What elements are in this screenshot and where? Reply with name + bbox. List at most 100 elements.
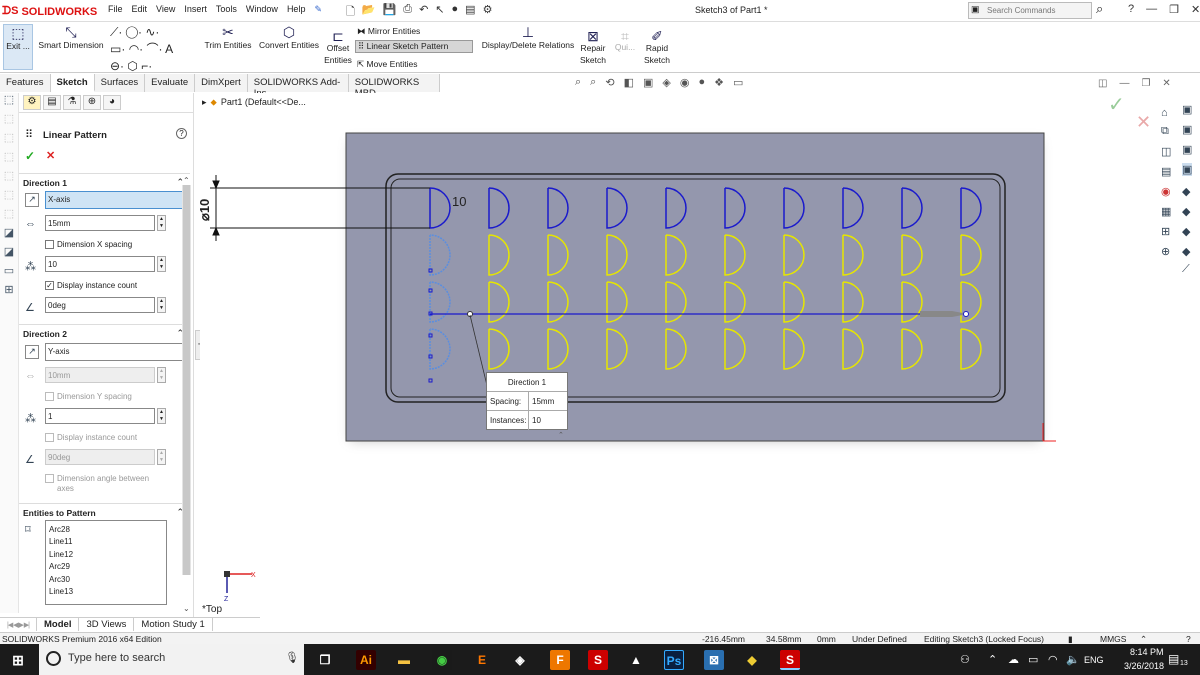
viewport-minimize-icon[interactable]: ◫: [1098, 78, 1107, 89]
direction-endpoint[interactable]: [963, 311, 969, 317]
rebuild-icon[interactable]: ●: [452, 3, 459, 22]
display-manager-tab-icon[interactable]: ◕: [103, 95, 121, 110]
undo-icon[interactable]: ↶: [419, 3, 428, 22]
wifi-icon[interactable]: ◠: [1048, 653, 1058, 666]
illustrator-icon[interactable]: Ai: [356, 650, 376, 670]
display-delete-relations-button[interactable]: ⊥ Display/Delete Relations: [480, 24, 576, 50]
display-instance-count-checkbox-2[interactable]: Display instance count: [45, 433, 137, 442]
slot-icon[interactable]: ⊖·: [110, 59, 124, 73]
app-f-icon[interactable]: F: [550, 650, 570, 670]
zoom-to-fit-icon[interactable]: ⌕: [575, 76, 581, 89]
input-language[interactable]: ENG: [1084, 655, 1104, 665]
people-icon[interactable]: ⚇: [960, 653, 970, 666]
dimxpert-manager-tab-icon[interactable]: ⊕: [83, 95, 101, 110]
menu-file[interactable]: File: [108, 4, 123, 15]
direction-2-instances-field[interactable]: 1: [45, 408, 155, 424]
offset-entities-button[interactable]: ⊏ Offset Entities: [323, 29, 353, 66]
tab-addins[interactable]: SOLIDWORKS Add-Ins: [247, 74, 349, 99]
save-icon[interactable]: 💾: [383, 3, 397, 22]
tab-navigation-arrows[interactable]: |◀ ◀ ▶ ▶|: [0, 618, 38, 631]
arc-icon[interactable]: ◠·: [129, 42, 143, 56]
windows-start-icon[interactable]: ⊞: [8, 650, 28, 670]
menu-edit[interactable]: Edit: [132, 4, 148, 15]
direction-2-spacing-field[interactable]: 10mm: [45, 367, 155, 383]
sketch-tool-icon[interactable]: ⬚: [0, 169, 18, 188]
tab-features[interactable]: Features: [0, 74, 51, 92]
tray-overflow-icon[interactable]: ⌃: [988, 653, 997, 666]
direction-1-spacing-field[interactable]: 15mm: [45, 215, 155, 231]
solidworks-taskbar-icon[interactable]: S: [588, 650, 608, 670]
microphone-icon[interactable]: 🎙: [285, 651, 299, 664]
instances-spinner[interactable]: ▲ ▼: [157, 408, 166, 424]
reverse-direction-icon[interactable]: ↗: [25, 345, 39, 359]
pin-icon[interactable]: ⟋: [1182, 263, 1190, 276]
viewport-maximize-icon[interactable]: ❐: [1141, 78, 1150, 89]
direction-1-axis-field[interactable]: X-axis: [45, 191, 184, 209]
menu-view[interactable]: View: [156, 4, 175, 15]
entities-list[interactable]: Arc28 Line11 Line12 Arc29 Arc30 Line13: [45, 520, 167, 605]
options-gear-icon[interactable]: ⚙: [483, 3, 493, 22]
tab-sketch[interactable]: Sketch: [50, 74, 95, 92]
app-photos-icon[interactable]: ◈: [510, 650, 530, 670]
sketch-tool-icon[interactable]: ⬚: [0, 188, 18, 207]
file-explorer-icon[interactable]: ▬: [394, 650, 414, 670]
rapid-sketch-button[interactable]: ✐ Rapid Sketch: [642, 29, 672, 66]
forum-icon[interactable]: ⊕: [1161, 245, 1170, 258]
appearances-icon[interactable]: ◉: [1161, 185, 1171, 198]
tab-mbd[interactable]: SOLIDWORKS MBD: [348, 74, 440, 99]
scrollbar-thumb[interactable]: [183, 185, 190, 575]
notifications-icon[interactable]: ▤: [1168, 652, 1179, 666]
quick-snaps-button[interactable]: ⌗ Qui...: [612, 29, 638, 52]
unit-system[interactable]: MMGS: [1100, 634, 1126, 644]
clock-date[interactable]: 3/26/2018: [1124, 661, 1164, 671]
task-view-icon[interactable]: ❐: [315, 650, 335, 670]
display-style-icon[interactable]: ◈: [662, 76, 670, 89]
zoom-area-icon[interactable]: ⌕: [590, 76, 596, 89]
circle-icon[interactable]: ◯·: [126, 25, 142, 39]
select-icon[interactable]: ↖: [435, 3, 444, 22]
photoshop-icon[interactable]: Ps: [664, 650, 684, 670]
list-item[interactable]: Line13: [49, 586, 163, 598]
angle-spinner[interactable]: ▲ ▼: [157, 449, 166, 465]
app-e-icon[interactable]: E: [472, 650, 492, 670]
pane-icon[interactable]: ◆: [1182, 185, 1190, 198]
pm-scrollbar[interactable]: [182, 185, 191, 575]
reverse-direction-icon[interactable]: ↗: [25, 193, 39, 207]
dimension-angle-checkbox[interactable]: Dimension angle between axes: [45, 474, 149, 494]
pane-icon[interactable]: ▣: [1182, 103, 1192, 116]
sketch-tool-icon[interactable]: ⬚: [0, 150, 18, 169]
open-icon[interactable]: 📂: [362, 3, 376, 22]
configuration-manager-tab-icon[interactable]: ⚗: [63, 95, 81, 110]
tab-motion-study[interactable]: Motion Study 1: [134, 618, 213, 631]
tab-dimxpert[interactable]: DimXpert: [195, 74, 248, 92]
callout-spacing-value[interactable]: 15mm: [529, 392, 557, 410]
home-icon[interactable]: ⌂: [1161, 107, 1168, 119]
confirm-ok-icon[interactable]: ✓: [1108, 92, 1125, 117]
pane-icon[interactable]: ◆: [1182, 205, 1190, 218]
hide-show-icon[interactable]: ◉: [680, 76, 690, 89]
previous-view-icon[interactable]: ⟲: [605, 76, 614, 89]
direction-2-axis-field[interactable]: Y-axis: [45, 343, 184, 361]
sketch-tool-icon[interactable]: ⬚: [0, 207, 18, 226]
pin-icon[interactable]: ✎: [314, 4, 322, 15]
spacing-spinner[interactable]: ▲ ▼: [157, 215, 166, 231]
exit-sketch-button[interactable]: ⬚ Exit ...: [3, 24, 33, 70]
app-store-icon[interactable]: ◆: [742, 650, 762, 670]
help-icon[interactable]: ?: [176, 128, 187, 139]
instance-count-label[interactable]: 10: [452, 194, 466, 209]
chrome-icon[interactable]: ◉: [432, 650, 452, 670]
app-inkscape-icon[interactable]: ▲: [626, 650, 646, 670]
pane-icon[interactable]: ▣: [1182, 123, 1192, 136]
close-icon[interactable]: ✕: [1191, 3, 1200, 16]
menu-help[interactable]: Help: [287, 4, 306, 15]
tab-surfaces[interactable]: Surfaces: [94, 74, 146, 92]
list-item[interactable]: Line12: [49, 549, 163, 561]
section-view-icon[interactable]: ◧: [624, 76, 634, 89]
list-item[interactable]: Arc30: [49, 574, 163, 586]
print-icon[interactable]: ⎙: [403, 3, 412, 22]
rectangle-icon[interactable]: ▭·: [110, 42, 125, 56]
new-document-icon[interactable]: 🗋: [346, 3, 355, 22]
solidworks-resources-icon[interactable]: ⊞: [1161, 225, 1170, 238]
solidworks-logo[interactable]: ᗪS SOLIDWORKS: [2, 3, 98, 20]
callout-collapse-icon[interactable]: ⌃: [558, 431, 564, 439]
